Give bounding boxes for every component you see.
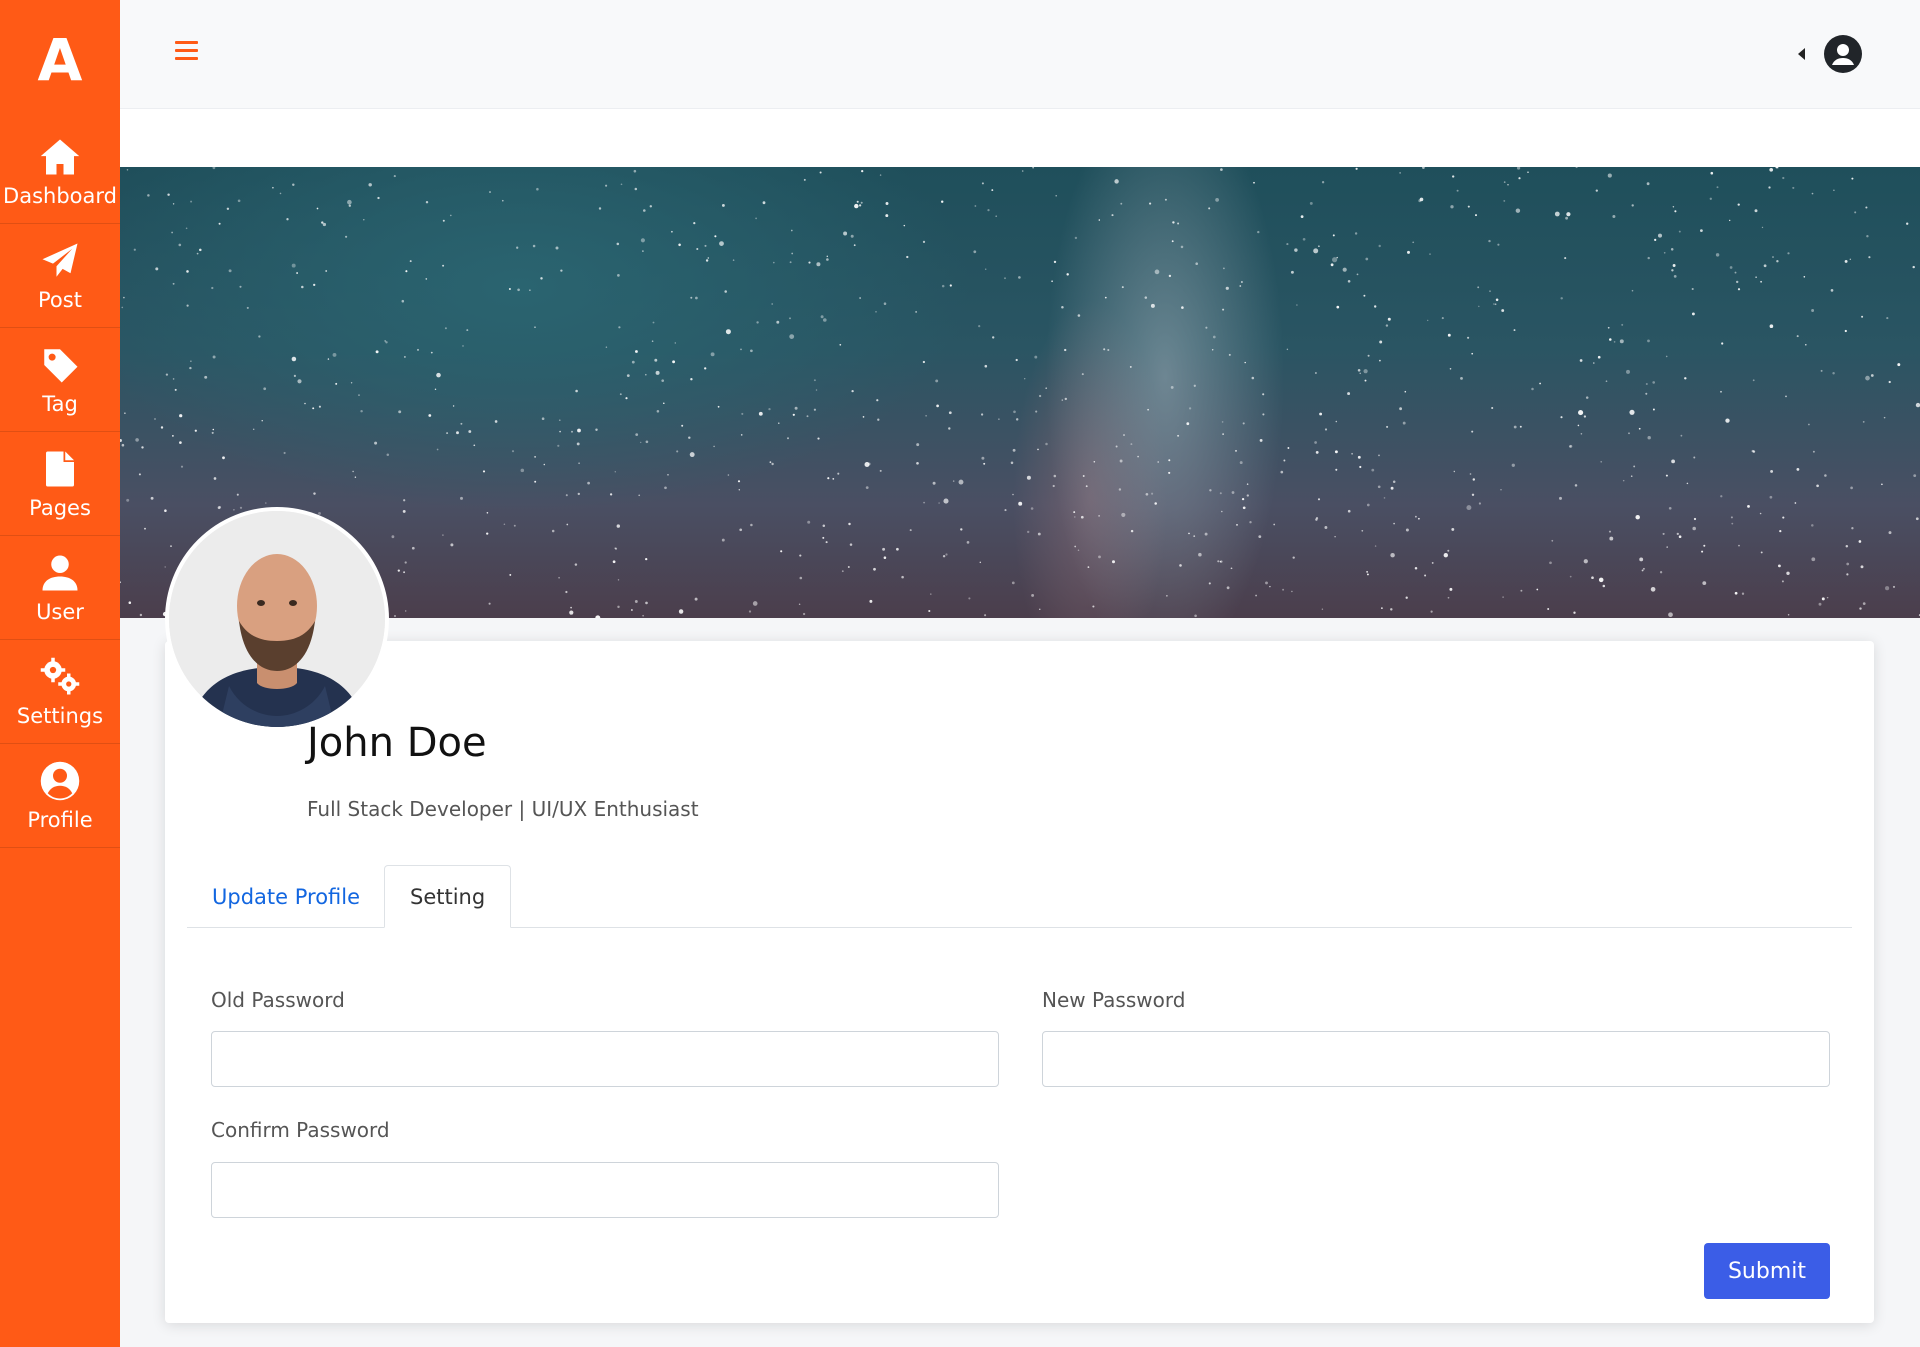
file-icon [46, 451, 74, 486]
sidebar-item-label: Pages [29, 495, 91, 520]
account-avatar-button[interactable] [1824, 35, 1862, 73]
header-spacer [120, 109, 1920, 167]
sidebar-item-profile[interactable]: Profile [0, 744, 120, 848]
avatar [165, 507, 389, 731]
confirm-password-field[interactable] [211, 1162, 999, 1218]
sidebar-item-label: Post [38, 287, 82, 312]
old-password-label: Old Password [211, 988, 345, 1012]
caret-left-icon[interactable] [1798, 48, 1805, 60]
starfield [120, 167, 1920, 618]
sidebar-item-settings[interactable]: Settings [0, 640, 120, 744]
tab-update-profile[interactable]: Update Profile [187, 865, 385, 928]
user-circle-icon [40, 761, 80, 800]
app-logo[interactable]: A [0, 0, 120, 120]
profile-subtitle: Full Stack Developer | UI/UX Enthusiast [307, 797, 699, 821]
new-password-label: New Password [1042, 988, 1186, 1012]
profile-name: John Doe [307, 720, 487, 766]
confirm-password-label: Confirm Password [211, 1118, 390, 1142]
sidebar-item-pages[interactable]: Pages [0, 432, 120, 536]
sidebar-item-user[interactable]: User [0, 536, 120, 640]
sidebar-item-label: Profile [27, 807, 93, 832]
sidebar-item-label: Tag [42, 391, 78, 416]
topbar [120, 0, 1920, 109]
gears-icon [40, 657, 80, 694]
tab-setting[interactable]: Setting [384, 865, 512, 928]
sidebar-item-label: Settings [16, 703, 104, 728]
sidebar-item-post[interactable]: Post [0, 224, 120, 328]
home-icon [40, 139, 80, 174]
user-icon [42, 555, 78, 590]
user-circle-icon [1832, 44, 1854, 65]
sidebar: A Dashboard Post Tag Pages User Settings… [0, 0, 120, 1347]
old-password-field[interactable] [211, 1031, 999, 1087]
new-password-field[interactable] [1042, 1031, 1830, 1087]
sidebar-item-tag[interactable]: Tag [0, 328, 120, 432]
cover-image [120, 167, 1920, 618]
submit-button[interactable]: Submit [1704, 1243, 1830, 1299]
sidebar-item-label: Dashboard [3, 183, 117, 208]
profile-photo-image [169, 511, 385, 727]
sidebar-item-dashboard[interactable]: Dashboard [0, 120, 120, 224]
profile-tabs: Update Profile Setting [187, 865, 1852, 928]
tag-icon [44, 348, 78, 382]
sidebar-item-label: User [36, 599, 84, 624]
hamburger-icon[interactable] [175, 41, 198, 63]
paper-plane-icon [42, 243, 78, 277]
